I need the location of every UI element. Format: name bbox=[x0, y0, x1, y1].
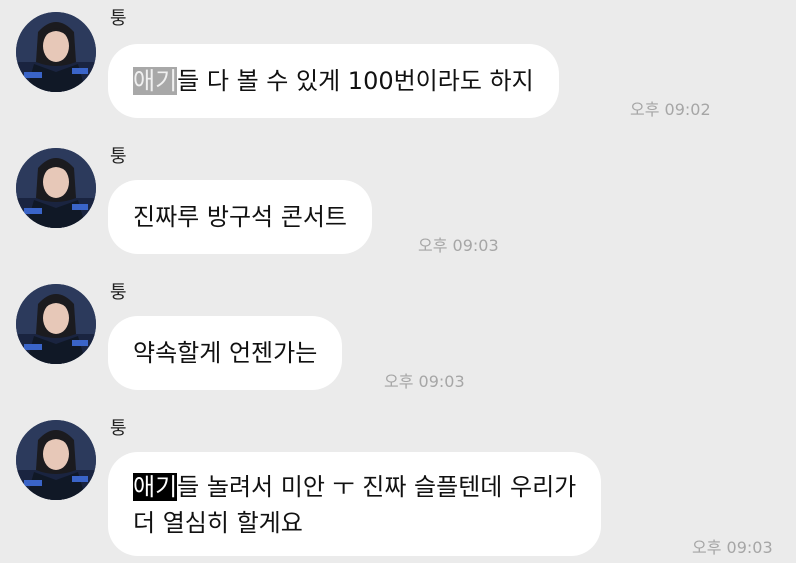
message-line: 더 열심히 할게요 bbox=[133, 505, 576, 541]
message-bubble[interactable]: 애기들 놀려서 미안 ㅜ 진짜 슬플텐데 우리가 더 열심히 할게요 bbox=[108, 452, 602, 556]
message-bubble[interactable]: 진짜루 방구석 콘서트 bbox=[108, 180, 372, 254]
sender-name: 퉁 bbox=[110, 418, 127, 439]
sender-name: 퉁 bbox=[110, 282, 127, 303]
avatar[interactable] bbox=[16, 12, 96, 92]
message-bubble[interactable]: 애기들 다 볼 수 있게 100번이라도 하지 bbox=[108, 44, 559, 118]
avatar-photo-icon bbox=[16, 148, 96, 228]
avatar[interactable] bbox=[16, 284, 96, 364]
message-text: 진짜루 방구석 콘서트 bbox=[133, 203, 347, 231]
avatar-photo-icon bbox=[16, 12, 96, 92]
avatar-photo-icon bbox=[16, 420, 96, 500]
message-text: 더 열심히 할게요 bbox=[133, 509, 303, 537]
avatar[interactable] bbox=[16, 420, 96, 500]
sender-name: 퉁 bbox=[110, 146, 127, 167]
message-timestamp: 오후 09:03 bbox=[692, 538, 773, 557]
highlighted-text: 애기 bbox=[133, 67, 178, 95]
message-timestamp: 오후 09:03 bbox=[418, 236, 499, 255]
highlighted-text: 애기 bbox=[133, 473, 178, 501]
message-bubble[interactable]: 약속할게 언젠가는 bbox=[108, 316, 343, 390]
message-timestamp: 오후 09:02 bbox=[630, 100, 711, 119]
message-text: 들 다 볼 수 있게 100번이라도 하지 bbox=[177, 67, 534, 95]
avatar[interactable] bbox=[16, 148, 96, 228]
avatar-photo-icon bbox=[16, 284, 96, 364]
message-timestamp: 오후 09:03 bbox=[384, 372, 465, 391]
sender-name: 퉁 bbox=[110, 8, 127, 29]
message-text: 약속할게 언젠가는 bbox=[133, 339, 318, 367]
message-line: 애기들 놀려서 미안 ㅜ 진짜 슬플텐데 우리가 bbox=[133, 469, 576, 505]
message-text: 들 놀려서 미안 ㅜ 진짜 슬플텐데 우리가 bbox=[177, 473, 577, 501]
